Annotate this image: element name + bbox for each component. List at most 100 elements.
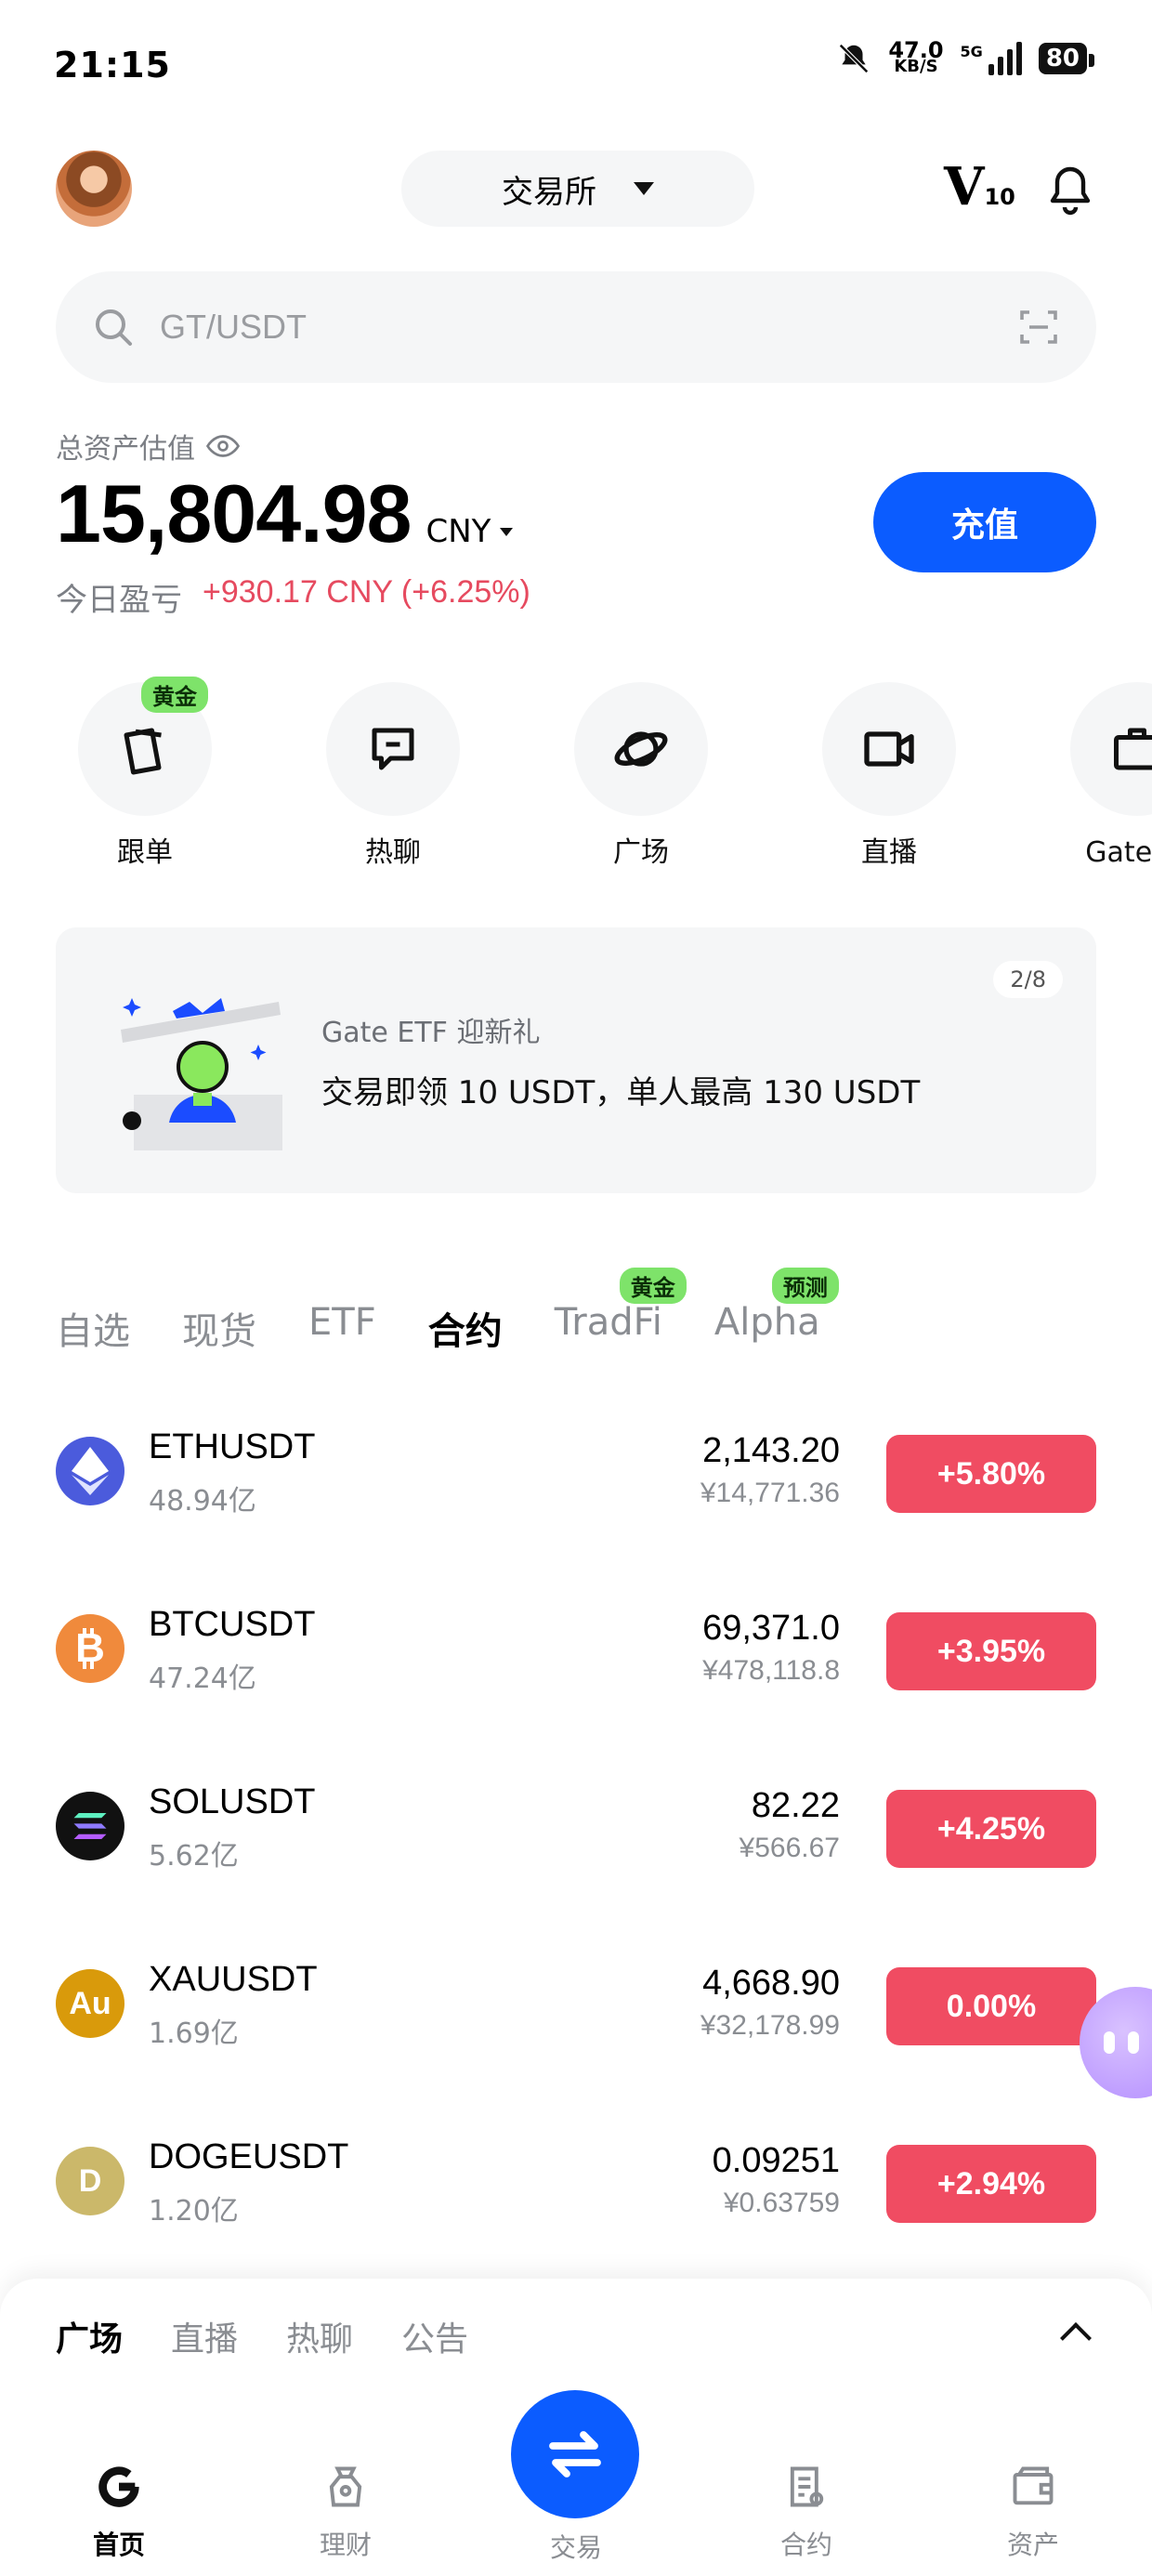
finance-icon <box>329 2466 362 2507</box>
tab-alpha[interactable]: 预测 Alpha <box>714 1268 839 1366</box>
shortcut-row: 黄金 跟单 热聊 广场 直播 Gate 商 <box>0 677 1152 877</box>
banner-text: 交易即领 10 USDT，单人最高 130 USDT <box>321 1074 921 1111</box>
nav-trade-label[interactable]: 交易 <box>511 2528 641 2565</box>
shortcut-chat[interactable]: 热聊 <box>300 682 486 870</box>
sol-icon <box>56 1792 124 1860</box>
shortcut-copy-trade[interactable]: 黄金 跟单 <box>52 677 238 870</box>
shortcut-square[interactable]: 广场 <box>548 682 734 870</box>
market-volume: 1.20亿 <box>149 2195 239 2228</box>
market-price: 2,143.20 <box>702 1431 840 1470</box>
market-price-cny: ¥566.67 <box>739 1833 840 1863</box>
market-row-btc[interactable]: B BTCUSDT 47.24亿 69,371.0 ¥478,118.8 +3.… <box>56 1586 1096 1707</box>
search-input[interactable] <box>160 299 903 355</box>
chat-icon <box>372 728 414 770</box>
change-badge[interactable]: +5.80% <box>886 1435 1096 1513</box>
live-camera-icon <box>864 731 914 767</box>
wallet-icon <box>1013 2466 1054 2505</box>
market-price-cny: ¥32,178.99 <box>700 2010 840 2041</box>
chevron-up-icon[interactable] <box>1060 2322 1092 2354</box>
nav-home[interactable]: 首页 <box>54 2463 184 2562</box>
copy-trade-icon <box>124 728 162 775</box>
eth-icon <box>56 1437 124 1505</box>
market-symbol: SOLUSDT <box>149 1782 316 1821</box>
market-price: 0.09251 <box>712 2141 840 2180</box>
market-symbol: DOGEUSDT <box>149 2137 349 2176</box>
btc-icon: B <box>56 1614 124 1683</box>
feed-tab-square[interactable]: 广场 <box>56 2312 123 2360</box>
currency-selector[interactable]: CNY <box>426 513 514 550</box>
market-row-doge[interactable]: D DOGEUSDT 1.20亿 0.09251 ¥0.63759 +2.94% <box>56 2119 1096 2240</box>
mute-bell-icon <box>839 44 870 73</box>
promo-illustration-icon <box>121 998 282 1150</box>
feed-tab-announcements[interactable]: 公告 <box>401 2312 468 2360</box>
market-symbol: BTCUSDT <box>149 1605 316 1644</box>
market-row-eth[interactable]: ETHUSDT 48.94亿 2,143.20 ¥14,771.36 +5.80… <box>56 1409 1096 1530</box>
doge-icon: D <box>56 2147 124 2215</box>
market-volume: 48.94亿 <box>149 1485 256 1518</box>
top-header: 交易所 V10 <box>0 139 1152 242</box>
trade-swap-icon <box>549 2431 601 2477</box>
prediction-tag: 预测 <box>771 1268 839 1304</box>
nav-contract[interactable]: 合约 <box>741 2463 871 2562</box>
tab-spot[interactable]: 现货 <box>182 1273 256 1366</box>
feed-tabs: 广场 直播 热聊 公告 <box>56 2312 468 2360</box>
search-bar[interactable] <box>56 271 1096 383</box>
total-assets-value: 15,804.98 CNY <box>56 467 514 561</box>
bag-icon <box>1114 728 1152 770</box>
status-bar: 21:15 47.0 KB/S 5G 80 <box>0 0 1152 130</box>
nav-finance[interactable]: 理财 <box>281 2463 411 2562</box>
pnl-label: 今日盈亏 <box>56 582 182 619</box>
network-type: 5G <box>960 42 983 60</box>
home-icon <box>98 2466 139 2507</box>
market-price: 82.22 <box>751 1786 840 1825</box>
shortcut-gate-store[interactable]: Gate 商 <box>1044 682 1152 870</box>
contract-icon <box>790 2466 824 2507</box>
change-badge[interactable]: +2.94% <box>886 2145 1096 2223</box>
today-pnl: 今日盈亏 +930.17 CNY (+6.25%) <box>56 574 530 620</box>
exchange-selector[interactable]: 交易所 <box>401 151 754 227</box>
gold-badge: 黄金 <box>141 677 208 713</box>
exchange-selector-label: 交易所 <box>502 173 596 211</box>
total-assets-label: 总资产估值 <box>56 426 240 467</box>
market-volume: 47.24亿 <box>149 1663 256 1695</box>
change-badge[interactable]: 0.00% <box>886 1967 1096 2045</box>
nav-assets[interactable]: 资产 <box>968 2463 1098 2562</box>
feed-tab-live[interactable]: 直播 <box>171 2312 238 2360</box>
trade-swap-button[interactable] <box>511 2390 639 2518</box>
bell-icon[interactable] <box>1048 164 1093 216</box>
gold-tag: 黄金 <box>619 1268 687 1304</box>
tab-futures[interactable]: 合约 <box>428 1273 503 1366</box>
market-symbol: XAUUSDT <box>149 1960 318 1999</box>
banner-title: Gate ETF 迎新礼 <box>321 1017 541 1049</box>
scan-icon[interactable] <box>1016 305 1061 349</box>
tab-tradfi[interactable]: 黄金 TradFi <box>555 1268 687 1366</box>
tab-favorites[interactable]: 自选 <box>56 1273 130 1366</box>
eye-icon[interactable] <box>206 433 240 459</box>
market-row-sol[interactable]: SOLUSDT 5.62亿 82.22 ¥566.67 +4.25% <box>56 1764 1096 1885</box>
market-symbol: ETHUSDT <box>149 1427 316 1466</box>
planet-icon <box>614 731 668 767</box>
caret-down-icon <box>634 182 654 195</box>
change-badge[interactable]: +4.25% <box>886 1790 1096 1868</box>
promo-banner[interactable]: 2/8 Gate ETF 迎新礼 交易即领 10 USDT，单人最高 130 U… <box>56 927 1096 1193</box>
feed-tab-chat[interactable]: 热聊 <box>286 2312 353 2360</box>
market-price-cny: ¥478,118.8 <box>702 1655 840 1686</box>
market-price-cny: ¥14,771.36 <box>700 1478 840 1508</box>
avatar[interactable] <box>56 151 132 227</box>
vip-level-badge[interactable]: V10 <box>944 156 1015 217</box>
signal-icon <box>988 42 1022 75</box>
gold-au-icon: Au <box>56 1969 124 2038</box>
battery-indicator: 80 <box>1038 43 1095 74</box>
search-icon <box>96 309 132 346</box>
caret-down-icon <box>500 527 514 536</box>
change-badge[interactable]: +3.95% <box>886 1612 1096 1690</box>
shortcut-live[interactable]: 直播 <box>796 682 982 870</box>
status-time: 21:15 <box>54 45 171 85</box>
market-row-xau[interactable]: Au XAUUSDT 1.69亿 4,668.90 ¥32,178.99 0.0… <box>56 1941 1096 2062</box>
deposit-button[interactable]: 充值 <box>873 472 1096 572</box>
total-assets-amount: 15,804.98 <box>56 467 412 559</box>
tab-etf[interactable]: ETF <box>308 1273 376 1366</box>
net-speed: 47.0 KB/S <box>888 37 944 76</box>
market-tabs: 自选 现货 ETF 合约 黄金 TradFi 预测 Alpha <box>56 1268 872 1366</box>
pnl-value: +930.17 CNY (+6.25%) <box>203 574 530 610</box>
